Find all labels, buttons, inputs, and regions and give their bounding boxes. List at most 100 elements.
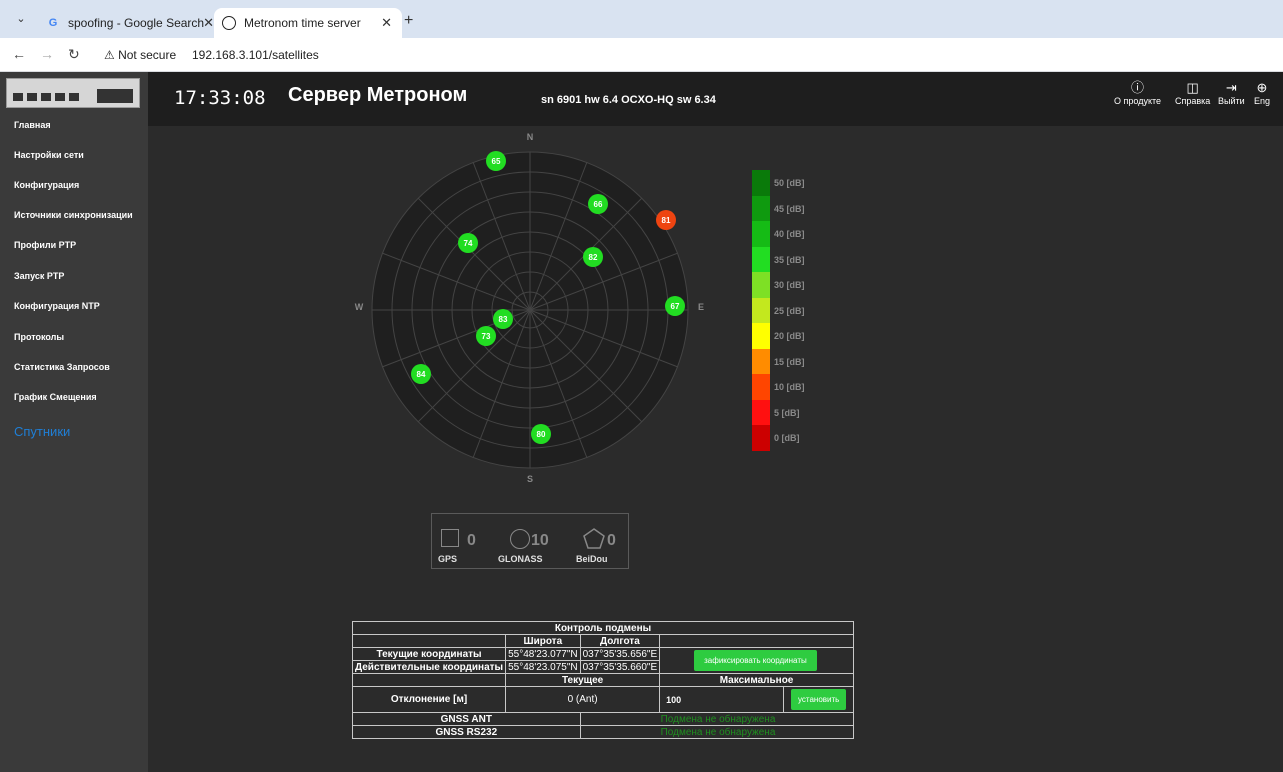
scale-segment xyxy=(752,323,770,349)
current-coords-label: Текущие координаты xyxy=(351,647,507,661)
scale-label: 15 [dB] xyxy=(774,356,805,367)
sidebar-item-ntp-config[interactable]: Конфигурация NTP xyxy=(14,301,100,311)
logout-button[interactable]: ⇥ Выйти xyxy=(1218,80,1245,106)
current-lat: 55°48'23.077"N xyxy=(505,647,581,661)
actual-coords-label: Действительные координаты xyxy=(351,660,507,674)
address-bar: ← → ↻ ⚠ Not secure 192.168.3.101/satelli… xyxy=(0,38,1283,72)
beidou-label: BeiDou xyxy=(576,554,608,564)
scale-segment xyxy=(752,425,770,451)
sidebar-item-protocols[interactable]: Протоколы xyxy=(14,332,64,342)
satellite-id: 82 xyxy=(589,253,598,262)
page-title: Сервер Метроном xyxy=(288,84,468,106)
scale-label: 45 [dB] xyxy=(774,203,805,214)
col-latitude: Широта xyxy=(505,634,581,648)
scale-label: 40 [dB] xyxy=(774,229,805,239)
signal-scale xyxy=(752,170,770,451)
scale-segment xyxy=(752,399,770,425)
scale-segment xyxy=(752,170,770,196)
scale-segment xyxy=(752,297,770,323)
sidebar-item-main[interactable]: Главная xyxy=(14,120,51,130)
satellite-id: 74 xyxy=(464,239,473,248)
help-button[interactable]: ◫ Справка xyxy=(1175,80,1210,106)
security-label: Not secure xyxy=(118,48,177,62)
sidebar-item-offset-graph[interactable]: График Смещения xyxy=(14,392,97,402)
satellite-id: 84 xyxy=(417,370,426,379)
spoofing-control-table: Контроль подмены Широта Долгота Текущие … xyxy=(351,621,855,739)
new-tab-icon[interactable]: + xyxy=(404,12,413,30)
gps-square-icon xyxy=(441,529,459,547)
fix-coordinates-button[interactable]: зафиксировать координаты xyxy=(694,650,817,671)
scale-label: 25 [dB] xyxy=(774,305,805,316)
sidebar-item-ptp-run[interactable]: Запуск PTP xyxy=(14,271,64,281)
scale-label: 30 [dB] xyxy=(774,280,805,290)
app-header: 17:33:08 Сервер Метроном sn 6901 hw 6.4 … xyxy=(148,72,1283,126)
gps-count: 0 xyxy=(467,532,476,549)
tab-search-icon[interactable]: ⌄ xyxy=(12,10,30,28)
gnss-rs232-status: Подмена не обнаружена xyxy=(579,725,855,739)
col-current: Текущее xyxy=(505,673,661,687)
sidebar: Главная Настройки сети Конфигурация Исто… xyxy=(0,72,148,772)
scale-segment xyxy=(752,272,770,298)
spoofing-title: Контроль подмены xyxy=(352,621,854,635)
security-warning[interactable]: ⚠ Not secure xyxy=(104,48,176,62)
tab-metronom[interactable]: Metronom time server ✕ xyxy=(214,8,402,38)
sidebar-item-sync-sources[interactable]: Источники синхронизации xyxy=(14,210,133,220)
empty-cell xyxy=(351,634,507,648)
glonass-label: GLONASS xyxy=(498,554,543,564)
gps-label: GPS xyxy=(438,554,458,564)
sidebar-item-ptp-profiles[interactable]: Профили PTP xyxy=(14,240,76,250)
scale-label: 20 [dB] xyxy=(774,331,805,341)
logout-icon: ⇥ xyxy=(1225,80,1237,95)
device-serial: sn 6901 hw 6.4 OCXO-HQ sw 6.34 xyxy=(541,94,716,106)
sidebar-item-stats[interactable]: Статистика Запросов xyxy=(14,362,110,372)
current-lon: 037°35'35.656"E xyxy=(579,647,661,661)
forward-icon[interactable]: → xyxy=(40,46,54,62)
back-icon[interactable]: ← xyxy=(12,46,26,62)
gnss-rs232-label: GNSS RS232 xyxy=(352,725,581,739)
reload-icon[interactable]: ↻ xyxy=(68,46,80,63)
about-button[interactable]: ⓘ О продукте xyxy=(1114,80,1161,106)
col-longitude: Долгота xyxy=(579,634,661,648)
satellite-id: 67 xyxy=(671,302,680,311)
scale-segment xyxy=(752,221,770,247)
satellite-id: 81 xyxy=(662,216,671,225)
glonass-circle-icon xyxy=(510,529,530,549)
compass-south: S xyxy=(527,474,533,484)
satellite-id: 73 xyxy=(482,332,491,341)
col-max: Максимальное xyxy=(659,673,854,687)
browser-tab-bar: ⌄ G spoofing - Google Search ✕ Metronom … xyxy=(0,0,1283,38)
deviation-current: 0 (Ant) xyxy=(505,686,661,713)
actual-lon: 037°35'35.660"E xyxy=(579,660,661,674)
beidou-count: 0 xyxy=(607,532,616,549)
about-label: О продукте xyxy=(1114,96,1162,106)
tab-google-search[interactable]: G spoofing - Google Search ✕ xyxy=(38,8,224,38)
close-icon[interactable]: ✕ xyxy=(203,8,214,38)
tab-title: Metronom time server xyxy=(244,16,361,30)
empty-cell xyxy=(351,673,507,687)
satellite-id: 65 xyxy=(492,157,501,166)
language-label: Eng xyxy=(1254,96,1271,106)
globe-icon: ⊕ xyxy=(1256,80,1268,95)
tab-title: spoofing - Google Search xyxy=(68,16,205,30)
glonass-count: 10 xyxy=(531,532,549,549)
set-button[interactable]: установить xyxy=(790,689,847,710)
fix-cell: зафиксировать координаты xyxy=(659,647,854,674)
actual-lat: 55°48'23.075"N xyxy=(505,660,581,674)
clock-icon xyxy=(222,16,236,30)
scale-label: 10 [dB] xyxy=(774,382,805,392)
deviation-max[interactable]: 100 xyxy=(659,686,785,713)
deviation-label: Отклонение [м] xyxy=(351,686,507,713)
satellite-id: 66 xyxy=(594,200,603,209)
scale-label: 0 [dB] xyxy=(774,433,800,443)
close-icon[interactable]: ✕ xyxy=(381,8,392,38)
compass-north: N xyxy=(527,132,534,142)
language-button[interactable]: ⊕ Eng xyxy=(1254,80,1270,106)
sidebar-item-network[interactable]: Настройки сети xyxy=(14,150,84,160)
sidebar-item-config[interactable]: Конфигурация xyxy=(14,180,79,190)
gnss-ant-label: GNSS ANT xyxy=(352,712,581,726)
scale-label: 50 [dB] xyxy=(774,178,805,188)
url-field[interactable]: 192.168.3.101/satellites xyxy=(192,48,319,62)
compass-west: W xyxy=(355,302,364,312)
gnss-summary: 0 GPS 10 GLONASS 0 BeiDou xyxy=(431,513,629,569)
sidebar-item-satellites[interactable]: Спутники xyxy=(14,424,70,439)
